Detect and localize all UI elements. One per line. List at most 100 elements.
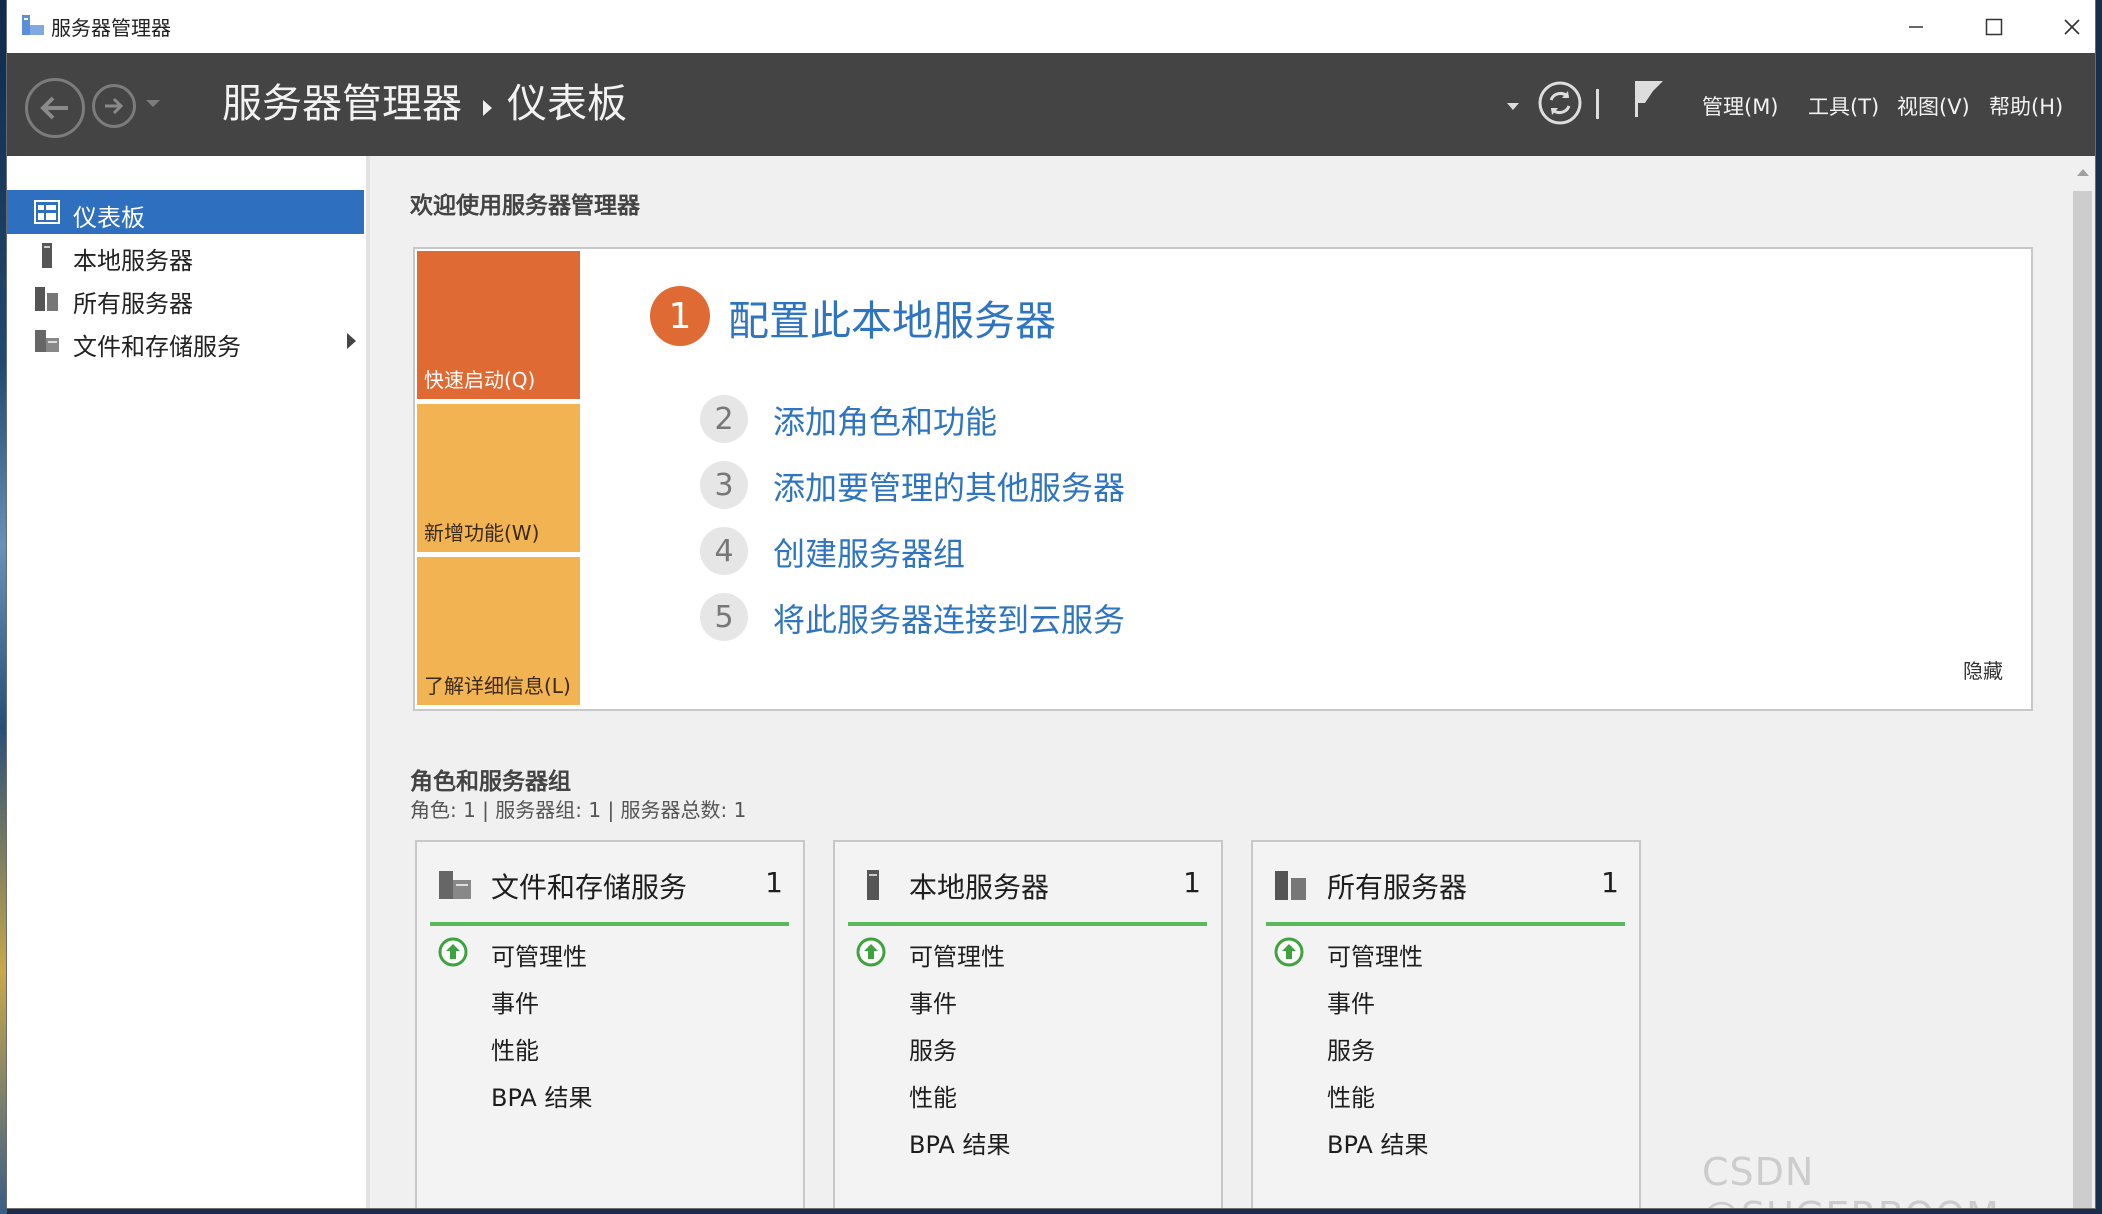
breadcrumb-separator-icon: [483, 100, 492, 116]
title-bar: 服务器管理器: [7, 0, 2095, 53]
sidebar-item-all-servers[interactable]: 所有服务器: [7, 276, 364, 320]
tile-label: 快速启动(Q): [424, 368, 536, 392]
status-ok-icon: [438, 937, 468, 967]
role-card-all-servers[interactable]: 所有服务器 1 可管理性 事件 服务 性能 BPA 结果: [1251, 840, 1641, 1208]
status-ok-icon: [1274, 937, 1304, 967]
card-row-events[interactable]: 事件: [1327, 984, 1375, 1019]
sidebar: 仪表板 本地服务器 所有服务器 文件和存储服务: [7, 156, 370, 1208]
main-content: 欢迎使用服务器管理器 快速启动(Q) 新增功能(W) 了解详细信息(L) 1 配…: [370, 156, 2070, 1208]
menu-help[interactable]: 帮助(H): [1989, 91, 2063, 121]
step-number-5: 5: [700, 593, 748, 641]
servers-icon: [1275, 871, 1306, 900]
sidebar-item-label: 仪表板: [73, 204, 145, 232]
maximize-button[interactable]: [1955, 0, 2033, 53]
refresh-icon[interactable]: [1537, 80, 1583, 126]
role-card-local-server[interactable]: 本地服务器 1 可管理性 事件 服务 性能 BPA 结果: [833, 840, 1223, 1208]
storage-icon: [439, 871, 471, 899]
minimize-icon: [1909, 25, 1923, 28]
breadcrumb-root[interactable]: 服务器管理器: [222, 77, 462, 131]
arrow-right-icon: [105, 97, 124, 115]
hide-link[interactable]: 隐藏: [1963, 655, 2003, 684]
card-row-events[interactable]: 事件: [909, 984, 957, 1019]
scrollbar-thumb[interactable]: [2073, 191, 2092, 1208]
status-ok-icon: [856, 937, 886, 967]
storage-icon: [35, 330, 59, 352]
sidebar-item-dashboard[interactable]: 仪表板: [7, 190, 364, 234]
tile-learn-more[interactable]: 了解详细信息(L): [417, 557, 580, 705]
step-link-add-servers[interactable]: 添加要管理的其他服务器: [773, 463, 1125, 509]
role-card-file-storage[interactable]: 文件和存储服务 1 可管理性 事件 性能 BPA 结果: [415, 840, 805, 1208]
tile-whats-new[interactable]: 新增功能(W): [417, 404, 580, 552]
card-title: 文件和存储服务: [491, 871, 688, 904]
card-row-services[interactable]: 服务: [909, 1031, 957, 1066]
sidebar-item-label: 所有服务器: [73, 290, 193, 318]
card-row-performance[interactable]: 性能: [491, 1031, 539, 1066]
step-number-1: 1: [650, 286, 710, 346]
window-title: 服务器管理器: [51, 16, 171, 40]
menu-tools[interactable]: 工具(T): [1808, 91, 1879, 121]
sidebar-item-label: 文件和存储服务: [73, 333, 241, 361]
step-link-create-group[interactable]: 创建服务器组: [773, 529, 965, 575]
sidebar-item-local-server[interactable]: 本地服务器: [7, 233, 364, 277]
card-row-bpa[interactable]: BPA 结果: [491, 1078, 592, 1113]
server-manager-app-icon: [22, 15, 44, 35]
arrow-left-icon: [40, 96, 68, 120]
roles-heading: 角色和服务器组: [410, 769, 571, 795]
status-bar: [430, 922, 789, 926]
close-icon: [2064, 18, 2080, 35]
card-title: 本地服务器: [909, 871, 1050, 904]
dashboard-icon: [34, 200, 60, 224]
card-row-bpa[interactable]: BPA 结果: [909, 1125, 1010, 1160]
step-number-2: 2: [700, 395, 748, 443]
server-icon: [42, 243, 52, 268]
header-bar: 服务器管理器 仪表板 管理(M) 工具(T) 视图(V) 帮助(H): [7, 53, 2095, 156]
card-count: 1: [1183, 866, 1201, 899]
scroll-up-icon[interactable]: [2077, 169, 2089, 176]
watermark: CSDN @SUGERBOOM: [1702, 1150, 1999, 1208]
breadcrumb-current: 仪表板: [507, 81, 627, 127]
forward-button[interactable]: [92, 84, 136, 128]
quick-start-panel: 快速启动(Q) 新增功能(W) 了解详细信息(L) 1 配置此本地服务器 2 添…: [413, 247, 2033, 711]
card-title: 所有服务器: [1327, 871, 1468, 904]
card-row-events[interactable]: 事件: [491, 984, 539, 1019]
tile-quick-start[interactable]: 快速启动(Q): [417, 251, 580, 399]
card-count: 1: [1601, 866, 1619, 899]
status-bar: [1266, 922, 1625, 926]
server-manager-window: 服务器管理器 服务器管理器 仪表板 管理(M) 工具(T) 视图(V) 帮助(H…: [7, 0, 2095, 1208]
card-row-performance[interactable]: 性能: [909, 1078, 957, 1113]
step-link-add-roles[interactable]: 添加角色和功能: [773, 397, 997, 443]
notifications-flag-icon[interactable]: [1631, 77, 1667, 121]
card-row-manageability[interactable]: 可管理性: [909, 937, 1005, 972]
close-button[interactable]: [2033, 0, 2095, 53]
history-dropdown-icon[interactable]: [145, 99, 161, 109]
sidebar-item-label: 本地服务器: [73, 247, 193, 275]
expand-arrow-icon[interactable]: [347, 333, 356, 349]
minimize-button[interactable]: [1877, 0, 1955, 53]
tile-label: 了解详细信息(L): [424, 674, 571, 698]
server-icon: [867, 870, 879, 900]
sidebar-item-file-storage[interactable]: 文件和存储服务: [7, 319, 364, 363]
step-link-connect-cloud[interactable]: 将此服务器连接到云服务: [773, 595, 1125, 641]
header-dropdown-icon[interactable]: [1507, 103, 1519, 110]
menu-view[interactable]: 视图(V): [1897, 91, 1970, 121]
card-row-bpa[interactable]: BPA 结果: [1327, 1125, 1428, 1160]
maximize-icon: [1985, 18, 2003, 35]
card-row-performance[interactable]: 性能: [1327, 1078, 1375, 1113]
step-link-configure-local-server[interactable]: 配置此本地服务器: [728, 287, 1056, 347]
step-number-3: 3: [700, 461, 748, 509]
card-row-manageability[interactable]: 可管理性: [491, 937, 587, 972]
step-number-4: 4: [700, 527, 748, 575]
tile-label: 新增功能(W): [424, 521, 540, 545]
card-count: 1: [765, 866, 783, 899]
menu-manage[interactable]: 管理(M): [1702, 91, 1779, 121]
vertical-scrollbar[interactable]: [2070, 156, 2095, 1208]
status-bar: [848, 922, 1207, 926]
servers-icon: [35, 287, 58, 311]
roles-summary: 角色: 1 | 服务器组: 1 | 服务器总数: 1: [410, 798, 747, 822]
welcome-heading: 欢迎使用服务器管理器: [410, 193, 640, 219]
desktop-edge: [0, 0, 7, 1214]
card-row-services[interactable]: 服务: [1327, 1031, 1375, 1066]
back-button[interactable]: [25, 78, 85, 138]
card-row-manageability[interactable]: 可管理性: [1327, 937, 1423, 972]
header-divider: [1596, 89, 1599, 119]
